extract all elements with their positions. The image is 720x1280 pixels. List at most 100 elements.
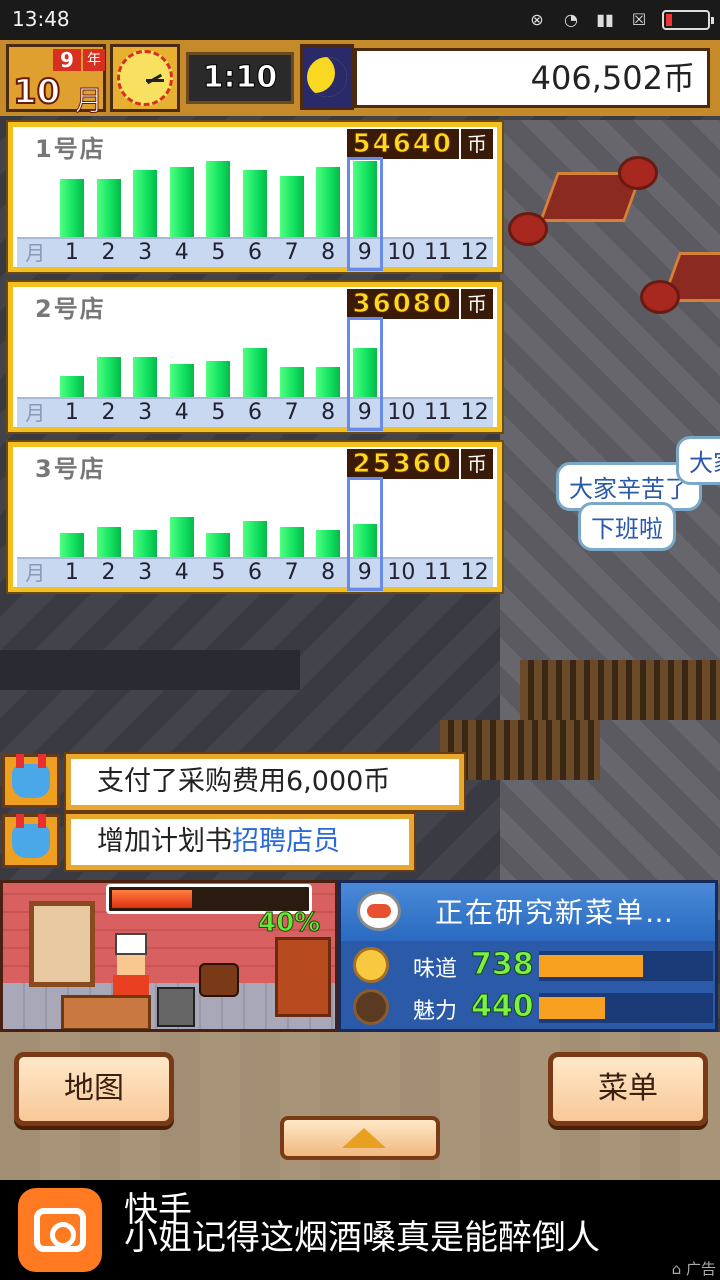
fence [520, 660, 720, 720]
message-purchase[interactable]: 支付了采购费用6,000币 [0, 752, 470, 812]
dish-icon [357, 891, 401, 931]
status-bar: 13:48 ⊗ ◔ ▮▮ ☒ [0, 0, 720, 40]
sales-bar [133, 357, 158, 397]
month-tick: 4 [174, 560, 189, 585]
restaurant-stool [508, 212, 548, 246]
month-tick: 7 [284, 240, 299, 265]
month-tick: 1 [64, 560, 79, 585]
month-tick: 6 [247, 560, 262, 585]
speech-bubble: 大家 [676, 436, 720, 485]
message-plan[interactable]: 增加计划书招聘店员 [0, 812, 420, 872]
store-total: 54640 [346, 129, 459, 160]
month-tick: 5 [211, 240, 226, 265]
month-tick: 2 [101, 240, 116, 265]
message-text: 增加计划书招聘店员 [64, 812, 416, 872]
ad-banner[interactable]: 快手 小姐记得这烟酒嗓真是能醉倒人 ⌂ 广告 [0, 1180, 720, 1280]
game-time: 1:10 [186, 52, 294, 104]
restaurant-stool [618, 156, 658, 190]
stat-charm: 魅力 440 [345, 987, 713, 1029]
store-name: 1号店 [35, 135, 106, 163]
store-name: 3号店 [35, 455, 106, 483]
month-tick: 12 [460, 400, 489, 425]
store-total: 25360 [346, 449, 459, 480]
year-number: 9 [53, 49, 81, 71]
month-tick: 10 [387, 400, 416, 425]
month-tick: 12 [460, 240, 489, 265]
month-number: 10 [12, 72, 61, 112]
month-tick: 5 [211, 400, 226, 425]
sales-bar [316, 167, 341, 237]
month-label: 月 [74, 84, 104, 118]
axis-label: 月 [25, 401, 46, 425]
wall [0, 650, 300, 690]
month-tick: 8 [321, 400, 336, 425]
hire-staff-link[interactable]: 招聘店员 [232, 826, 340, 857]
month-tick: 8 [321, 240, 336, 265]
axis-label: 月 [25, 241, 46, 265]
alarm-icon: ◔ [564, 10, 578, 29]
axis-label: 月 [25, 561, 46, 585]
counter [61, 995, 151, 1029]
sales-bar [243, 170, 267, 237]
month-tick: 3 [138, 560, 153, 585]
store-total: 36080 [346, 289, 459, 320]
coin-balance: 406,502币 [354, 48, 710, 108]
status-time: 13:48 [12, 7, 70, 31]
sales-bar [206, 533, 231, 557]
research-title: 正在研究新菜单… [435, 896, 676, 929]
map-button[interactable]: 地图 [14, 1052, 174, 1126]
signal-icon: ▮▮ [596, 10, 614, 29]
stat-value: 738 [471, 947, 535, 983]
message-text: 支付了采购费用6,000币 [64, 752, 466, 812]
stat-value: 440 [471, 989, 535, 1025]
month-tick: 6 [247, 400, 262, 425]
month-tick: 11 [424, 240, 452, 265]
store-sales-panel: 2号店 36080 币月 1 2 3 4 5 6 7 8 9 10 11 12 [6, 280, 504, 434]
research-panel[interactable]: 正在研究新菜单… 味道 738 魅力 440 [338, 880, 718, 1032]
month-tick: 7 [284, 560, 299, 585]
mute-icon: ⊗ [530, 10, 544, 29]
month-tick: 5 [211, 560, 226, 585]
current-month-highlight [346, 157, 383, 271]
sales-bar [169, 364, 194, 397]
kuaishou-logo-icon [18, 1188, 102, 1272]
sales-bar [59, 376, 84, 397]
sim-icon: ☒ [631, 10, 647, 29]
battery-icon [662, 10, 714, 30]
month-tick: 10 [387, 560, 416, 585]
sales-bar [206, 161, 231, 237]
sales-bar [133, 170, 158, 237]
stat-bar [539, 997, 605, 1019]
month-tick: 2 [101, 400, 116, 425]
current-month-highlight [346, 317, 383, 431]
restaurant-stool [640, 280, 680, 314]
month-tick: 11 [424, 400, 452, 425]
sales-bar [59, 179, 84, 237]
taste-icon [353, 947, 389, 983]
store-sales-panel: 1号店 54640 币月 1 2 3 4 5 6 7 8 9 10 11 12 [6, 120, 504, 274]
sales-chart [17, 161, 493, 237]
sales-bar [279, 176, 304, 237]
clock-icon [110, 44, 180, 112]
sales-bar [206, 361, 231, 397]
month-tick: 3 [138, 240, 153, 265]
expand-button[interactable] [280, 1116, 440, 1160]
month-tick: 4 [174, 400, 189, 425]
currency-label: 币 [461, 129, 493, 159]
month-tick: 8 [321, 560, 336, 585]
sales-bar [243, 521, 267, 557]
month-tick: 3 [138, 400, 153, 425]
menu-button[interactable]: 菜单 [548, 1052, 708, 1126]
current-month-highlight [346, 477, 383, 591]
research-progress-percent: 40% [257, 908, 321, 939]
stat-label: 魅力 [413, 999, 458, 1024]
stat-bar [539, 955, 643, 977]
stat-taste: 味道 738 [345, 945, 713, 987]
charm-icon [353, 989, 389, 1025]
sales-chart [17, 481, 493, 557]
sales-bar [96, 527, 121, 557]
date-display: 9 年 10 月 [6, 44, 106, 118]
window [29, 901, 95, 987]
assistant-avatar [2, 754, 60, 808]
sales-bar [169, 167, 194, 237]
